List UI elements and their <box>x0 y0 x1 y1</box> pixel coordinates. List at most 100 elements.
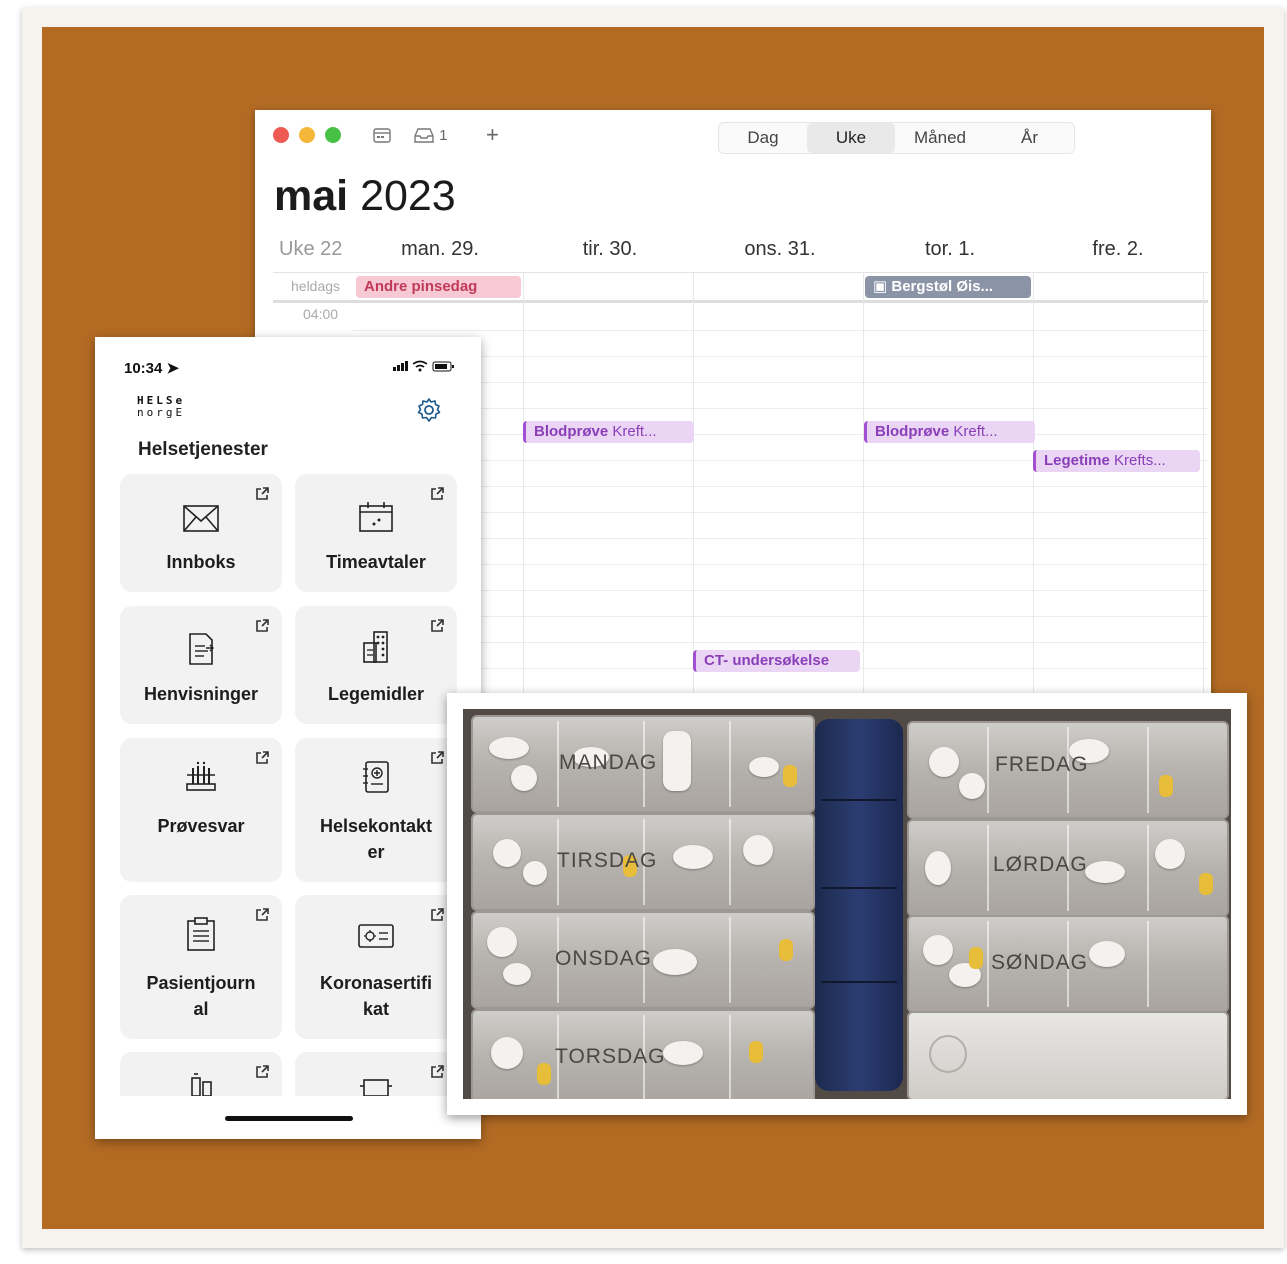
tile-label: Prøvesvar <box>157 816 245 836</box>
certificate-card-icon <box>358 924 394 948</box>
year-label: 2023 <box>360 172 456 220</box>
external-link-icon <box>431 487 444 500</box>
tile-timeavtaler[interactable]: Timeavtaler <box>295 474 457 592</box>
day-label-monday: MANDAG <box>559 751 658 774</box>
tile-label: Timeavtaler <box>326 552 426 572</box>
allday-event-bergstol[interactable]: ▣ Bergstøl Øis... <box>865 276 1031 298</box>
pill-organizer-photo: MANDAG TIRSDAG ONSDAG TORSDAG FREDAG LØR… <box>447 693 1247 1115</box>
settings-gear-icon[interactable] <box>416 397 442 423</box>
status-time-text: 10:34 <box>124 360 163 377</box>
view-week-button[interactable]: Uke <box>807 123 895 153</box>
tile-label: Legemidler <box>327 684 425 704</box>
battery-icon <box>432 361 454 372</box>
tile-label-line2: al <box>193 999 209 1019</box>
tile-label: Koronasertifi kat <box>295 970 457 1022</box>
event-detail: Krefts... <box>1114 452 1166 469</box>
day-header-thu[interactable]: tor. 1. <box>875 238 1025 261</box>
pill-organizer-image: MANDAG TIRSDAG ONSDAG TORSDAG FREDAG LØR… <box>463 709 1231 1099</box>
status-icons <box>393 360 455 375</box>
event-blodprove-tue[interactable]: Blodprøve Kreft... <box>523 421 694 443</box>
minimize-window-button[interactable] <box>299 127 315 143</box>
allday-event-bergstol-title: Bergstøl Øis... <box>891 278 994 295</box>
tile-provesvar[interactable]: Prøvesvar <box>120 738 282 882</box>
contacts-book-icon <box>363 761 389 793</box>
external-link-icon <box>431 751 444 764</box>
event-ct-wed[interactable]: CT- undersøkelse <box>693 650 860 672</box>
pill-box-icon <box>363 631 388 663</box>
external-link-icon <box>431 619 444 632</box>
tile-legemidler[interactable]: Legemidler <box>295 606 457 724</box>
signal-icon <box>393 361 408 371</box>
event-title: Legetime <box>1044 452 1110 469</box>
external-link-icon <box>256 1065 269 1078</box>
event-blodprove-thu[interactable]: Blodprøve Kreft... <box>864 421 1035 443</box>
zoom-window-button[interactable] <box>325 127 341 143</box>
pillbox-row-saturday: LØRDAG <box>907 819 1229 917</box>
day-header-mon[interactable]: man. 29. <box>365 238 515 261</box>
logo-line-2: norgE <box>137 406 186 419</box>
tile-label: Helsekontakt er <box>295 813 457 865</box>
inbox-button[interactable]: 1 <box>413 127 448 147</box>
wifi-icon <box>412 360 428 372</box>
tile-helsekontakter[interactable]: Helsekontakt er <box>295 738 457 882</box>
month-year-title: mai 2023 <box>274 172 456 221</box>
inbox-count: 1 <box>439 127 448 144</box>
tile-innboks[interactable]: Innboks <box>120 474 282 592</box>
event-title: Blodprøve <box>875 423 950 440</box>
add-event-button[interactable]: + <box>486 122 499 148</box>
day-header-tue[interactable]: tir. 30. <box>535 238 685 261</box>
all-day-label: heldags <box>291 278 341 294</box>
pillbox-row-friday: FREDAG <box>907 721 1229 819</box>
day-label-tuesday: TIRSDAG <box>557 849 658 872</box>
day-label-saturday: LØRDAG <box>993 853 1088 876</box>
day-header-wed[interactable]: ons. 31. <box>705 238 855 261</box>
day-header-fri[interactable]: fre. 2. <box>1043 238 1193 261</box>
pill-organizer-spine <box>815 719 903 1091</box>
tile-label-line2: er <box>367 842 385 862</box>
tile-label-line1: Pasientjourn <box>146 973 256 993</box>
helsenorge-logo: HELSe norgE <box>137 395 185 419</box>
location-arrow-icon: ➤ <box>166 360 180 377</box>
referral-document-icon <box>189 633 214 665</box>
tile-label-line1: Koronasertifi <box>319 973 433 993</box>
tile-partial-left[interactable] <box>120 1052 282 1096</box>
tile-label: Henvisninger <box>143 684 259 704</box>
pillbox-row-wednesday: ONSDAG <box>471 911 815 1009</box>
allday-event-andre-pinsedag[interactable]: Andre pinsedag <box>356 276 521 298</box>
tile-partial-right[interactable] <box>295 1052 457 1096</box>
time-label-0400: 04:00 <box>303 306 339 322</box>
week-number: Uke 22 <box>279 238 343 260</box>
services-heading: Helsetjenester <box>138 439 268 460</box>
pillbox-row-thursday: TORSDAG <box>471 1009 815 1099</box>
view-day-button[interactable]: Dag <box>719 123 807 153</box>
status-time: 10:34 ➤ <box>124 359 179 377</box>
day-label-thursday: TORSDAG <box>555 1045 666 1068</box>
close-window-button[interactable] <box>273 127 289 143</box>
tile-label-line1: Helsekontakt <box>319 816 433 836</box>
calendars-list-icon[interactable] <box>373 127 391 147</box>
device-icon <box>360 1079 392 1096</box>
tile-henvisninger[interactable]: Henvisninger <box>120 606 282 724</box>
event-legetime-fri[interactable]: Legetime Krefts... <box>1033 450 1200 472</box>
test-tubes-icon <box>186 761 216 791</box>
tile-label: Pasientjourn al <box>120 970 282 1022</box>
home-indicator[interactable] <box>225 1116 353 1121</box>
view-month-button[interactable]: Måned <box>895 123 985 153</box>
calendar-icon <box>359 502 393 532</box>
event-detail: Kreft... <box>953 423 998 440</box>
month-label: mai <box>274 172 349 220</box>
tile-label-line2: kat <box>362 999 389 1019</box>
pillbox-row-tuesday: TIRSDAG <box>471 813 815 911</box>
envelope-icon <box>183 505 219 532</box>
tile-koronasertifikat[interactable]: Koronasertifi kat <box>295 895 457 1039</box>
vaccine-vials-icon <box>191 1073 212 1096</box>
event-detail: Kreft... <box>612 423 657 440</box>
view-segmented-control: Dag Uke Måned År <box>718 122 1075 154</box>
event-title: Blodprøve <box>534 423 609 440</box>
pillbox-row-monday: MANDAG <box>471 715 815 813</box>
tile-pasientjournal[interactable]: Pasientjourn al <box>120 895 282 1039</box>
event-title: CT- undersøkelse <box>704 652 830 669</box>
tile-label: Innboks <box>166 552 236 572</box>
view-year-button[interactable]: År <box>985 123 1074 153</box>
helsenorge-phone-screen: 10:34 ➤ HELSe norgE Helsetjenester Innbo… <box>95 337 481 1139</box>
